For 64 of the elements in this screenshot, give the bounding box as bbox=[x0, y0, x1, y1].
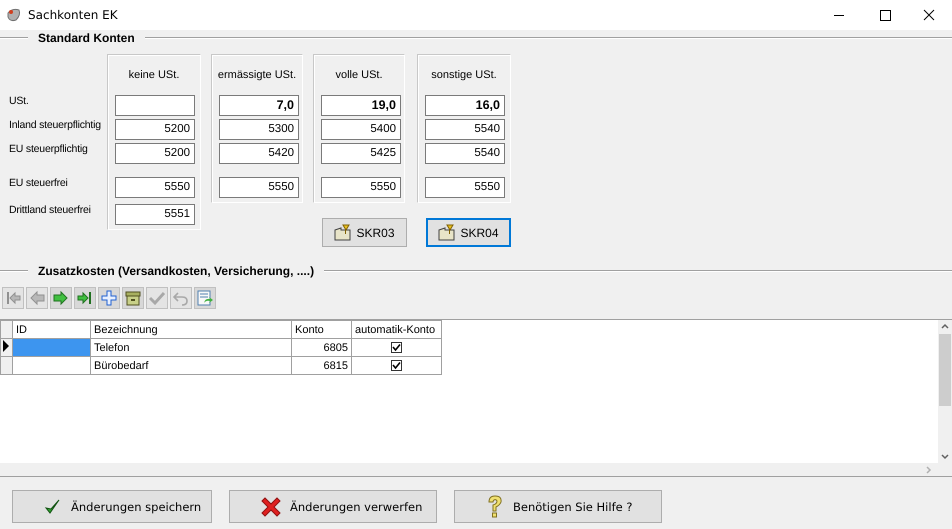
preset-button[interactable]: SKR04 bbox=[426, 218, 511, 247]
group-title: Zusatzkosten (Versandkosten, Versicherung, ....) bbox=[37, 264, 316, 278]
input-field[interactable]: 5550 bbox=[321, 177, 401, 198]
app-icon bbox=[6, 7, 22, 23]
row-label: USt. bbox=[9, 95, 29, 107]
folder-icon bbox=[438, 224, 456, 242]
column-header[interactable]: Bezeichnung bbox=[90, 320, 292, 338]
discard-button[interactable]: Änderungen verwerfen bbox=[229, 490, 437, 523]
help-button[interactable]: Benötigen Sie Hilfe ? bbox=[454, 490, 662, 523]
left-arrow-icon bbox=[28, 289, 46, 307]
delete-button[interactable] bbox=[122, 287, 144, 309]
refresh-button[interactable] bbox=[194, 287, 216, 309]
input-field[interactable]: 5540 bbox=[425, 143, 505, 164]
input-field[interactable]: 5400 bbox=[321, 119, 401, 140]
checkbox[interactable] bbox=[391, 342, 402, 354]
input-field[interactable]: 5550 bbox=[219, 177, 299, 198]
input-field[interactable]: 5200 bbox=[115, 119, 195, 140]
table-cell: Bürobedarf bbox=[90, 356, 292, 374]
column-header[interactable]: Konto bbox=[292, 320, 352, 338]
input-field[interactable]: 5540 bbox=[425, 119, 505, 140]
input-field[interactable]: 5300 bbox=[219, 119, 299, 140]
column-header: volle USt. bbox=[335, 69, 383, 81]
table-cell: 6815 bbox=[292, 356, 352, 374]
column-header: ermässigte USt. bbox=[218, 69, 296, 81]
checkbox[interactable] bbox=[391, 360, 402, 372]
folder-icon bbox=[334, 224, 352, 242]
bar-left-arrow-icon bbox=[4, 289, 22, 307]
refresh-icon bbox=[196, 289, 214, 307]
column-header: keine USt. bbox=[128, 69, 180, 81]
table-cell: 6805 bbox=[292, 338, 352, 356]
right-arrow-bar-icon bbox=[76, 289, 94, 307]
input-field[interactable]: 7,0 bbox=[219, 95, 299, 116]
input-field[interactable]: 5550 bbox=[425, 177, 505, 198]
input-field[interactable]: 5551 bbox=[115, 204, 195, 225]
next-record-button[interactable] bbox=[50, 287, 72, 309]
checkmark-icon bbox=[148, 289, 166, 307]
input-field[interactable]: 19,0 bbox=[321, 95, 401, 116]
input-field[interactable]: 5550 bbox=[115, 177, 195, 198]
window-title: Sachkonten EK bbox=[28, 8, 118, 22]
row-label: Drittland steuerfrei bbox=[9, 204, 91, 216]
row-label: EU steuerpflichtig bbox=[9, 143, 88, 155]
group-title: Standard Konten bbox=[37, 31, 136, 45]
row-label: Inland steuerpflichtig bbox=[9, 119, 101, 131]
input-field[interactable]: 16,0 bbox=[425, 95, 505, 116]
box-icon bbox=[124, 289, 142, 307]
input-field[interactable]: 5200 bbox=[115, 143, 195, 164]
last-record-button[interactable] bbox=[74, 287, 96, 309]
horizontal-scrollbar[interactable] bbox=[0, 463, 952, 476]
table-cell: Telefon bbox=[90, 338, 292, 356]
input-field[interactable] bbox=[115, 95, 195, 116]
save-button[interactable]: Änderungen speichern bbox=[12, 490, 212, 523]
cross-icon bbox=[260, 496, 282, 518]
right-arrow-icon bbox=[52, 289, 70, 307]
add-button[interactable] bbox=[98, 287, 120, 309]
row-indicator[interactable] bbox=[0, 338, 12, 356]
column-header[interactable]: automatik-Konto bbox=[352, 320, 442, 338]
row-label: EU steuerfrei bbox=[9, 177, 68, 189]
input-field[interactable]: 5420 bbox=[219, 143, 299, 164]
vertical-scrollbar[interactable] bbox=[938, 320, 952, 463]
plus-icon bbox=[100, 289, 118, 307]
input-field[interactable]: 5425 bbox=[321, 143, 401, 164]
column-header: sonstige USt. bbox=[431, 69, 497, 81]
column-header[interactable]: ID bbox=[12, 320, 90, 338]
preset-button[interactable]: SKR03 bbox=[322, 218, 407, 247]
